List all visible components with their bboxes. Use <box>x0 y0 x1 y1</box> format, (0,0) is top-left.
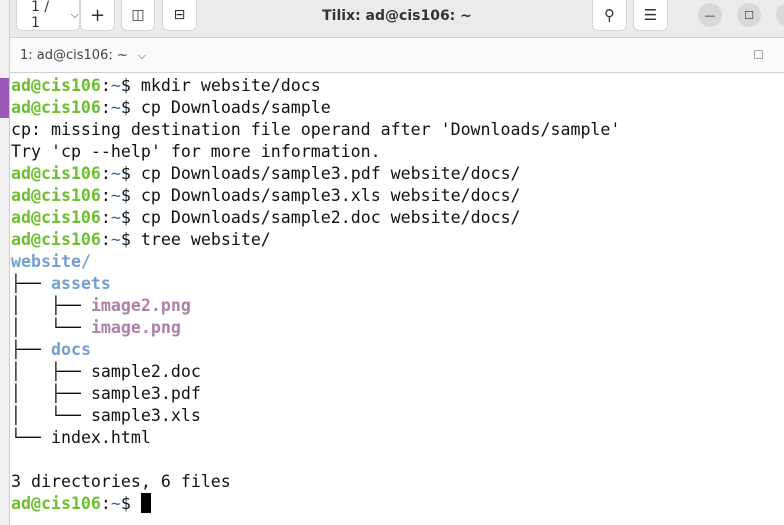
tree-branch: └── <box>11 428 51 447</box>
prompt-path: ~ <box>110 164 121 183</box>
terminal-line: └── index.html <box>11 427 784 449</box>
terminal-line: │ ├── sample2.doc <box>11 361 784 383</box>
title-bar: 1 / 1 ⌵ + ◫ ⊟ Tilix: ad@cis106: ~ ⚲ ☰ — ☐… <box>10 0 784 38</box>
tree-branch: │ ├── <box>11 362 91 381</box>
prompt-path: ~ <box>110 230 121 249</box>
tree-branch: │ ├── <box>11 384 91 403</box>
command-text: cp Downloads/sample3.pdf website/docs/ <box>140 164 521 183</box>
tree-branch: │ ├── <box>11 296 91 315</box>
search-button[interactable]: ⚲ <box>592 0 627 31</box>
prompt-symbol: $ <box>120 230 131 249</box>
terminal-line: ad@cis106:~$ tree website/ <box>11 230 271 249</box>
terminal-line: │ ├── image2.png <box>11 295 784 317</box>
command-text: cp Downloads/sample3.xls website/docs/ <box>140 186 521 205</box>
tree-branch: ├── <box>11 340 51 359</box>
close-button[interactable]: ✕ <box>776 3 784 27</box>
maximize-terminal-icon[interactable]: ☐ <box>753 48 764 62</box>
terminal-tab-bar: 1: ad@cis106: ~ ⌵ ☐ <box>10 39 784 73</box>
prompt-symbol: $ <box>120 98 131 117</box>
search-icon: ⚲ <box>604 6 615 24</box>
terminal-line: website/ <box>11 251 784 273</box>
prompt-symbol: $ <box>120 208 131 227</box>
terminal-line: cp: missing destination file operand aft… <box>11 119 784 141</box>
prompt-user-host: ad@cis106 <box>11 208 101 227</box>
terminal-line: ad@cis106:~$ cp Downloads/sample2.doc we… <box>11 208 521 227</box>
output-text: cp: missing destination file operand aft… <box>11 120 621 139</box>
dock-indicator <box>0 78 9 118</box>
terminal-line: ├── docs <box>11 339 784 361</box>
add-session-button[interactable]: + <box>80 0 115 31</box>
cursor <box>140 493 151 513</box>
terminal-title-menu[interactable]: 1: ad@cis106: ~ ⌵ <box>20 48 146 63</box>
terminal-line: 3 directories, 6 files <box>11 471 784 493</box>
plus-icon: + <box>89 4 106 26</box>
add-terminal-right-icon: ◫ <box>131 7 145 23</box>
background-window-edge <box>0 0 10 525</box>
tree-entry: image2.png <box>90 296 191 315</box>
minimize-icon: — <box>704 8 716 22</box>
prompt-user-host: ad@cis106 <box>11 76 101 95</box>
prompt-path: ~ <box>110 98 121 117</box>
tree-branch: │ └── <box>11 406 91 425</box>
terminal-output[interactable]: ad@cis106:~$ mkdir website/docs ad@cis106… <box>10 75 784 525</box>
terminal-line: │ └── sample3.xls <box>11 405 784 427</box>
output-text: 3 directories, 6 files <box>11 472 231 491</box>
command-text: cp Downloads/sample <box>140 98 331 117</box>
session-count: 1 / 1 <box>31 0 50 31</box>
menu-icon: ☰ <box>643 6 658 24</box>
prompt-symbol: $ <box>120 76 131 95</box>
maximize-icon: ☐ <box>744 8 754 22</box>
menu-button[interactable]: ☰ <box>633 0 668 31</box>
terminal-line: ad@cis106:~$ cp Downloads/sample3.pdf we… <box>11 164 521 183</box>
prompt-path: ~ <box>110 494 121 513</box>
prompt-symbol: $ <box>120 494 131 513</box>
tree-entry: website/ <box>11 252 91 271</box>
tree-entry: index.html <box>50 428 151 447</box>
session-selector[interactable]: 1 / 1 ⌵ <box>16 0 80 31</box>
command-text: cp Downloads/sample2.doc website/docs/ <box>140 208 521 227</box>
prompt-symbol: $ <box>120 164 131 183</box>
command-text: tree website/ <box>140 230 271 249</box>
tree-entry: sample3.xls <box>90 406 201 425</box>
terminal-line: ├── assets <box>11 273 784 295</box>
terminal-title: 1: ad@cis106: ~ <box>20 48 128 63</box>
prompt-user-host: ad@cis106 <box>11 230 101 249</box>
prompt-user-host: ad@cis106 <box>11 186 101 205</box>
terminal-line: ad@cis106:~$ cp Downloads/sample <box>11 98 331 117</box>
tree-branch: ├── <box>11 274 51 293</box>
output-text: Try 'cp --help' for more information. <box>11 142 381 161</box>
add-terminal-down-icon: ⊟ <box>173 7 186 23</box>
minimize-button[interactable]: — <box>698 3 722 27</box>
terminal-line: ad@cis106:~$ <box>11 493 784 515</box>
terminal-line: │ ├── sample3.pdf <box>11 383 784 405</box>
tree-entry: image.png <box>90 318 181 337</box>
prompt-user-host: ad@cis106 <box>11 164 101 183</box>
maximize-button[interactable]: ☐ <box>737 3 761 27</box>
terminal-line: Try 'cp --help' for more information. <box>11 141 784 163</box>
terminal-line: ad@cis106:~$ cp Downloads/sample3.xls we… <box>11 186 521 205</box>
add-terminal-down-button[interactable]: ⊟ <box>162 0 197 31</box>
tree-entry: assets <box>50 274 111 293</box>
command-text: mkdir website/docs <box>140 76 321 95</box>
tree-entry: sample3.pdf <box>90 384 201 403</box>
prompt-symbol: $ <box>120 186 131 205</box>
prompt-user-host: ad@cis106 <box>11 494 101 513</box>
add-terminal-right-button[interactable]: ◫ <box>121 0 155 31</box>
tree-entry: sample2.doc <box>90 362 201 381</box>
chevron-down-icon: ⌵ <box>137 49 147 62</box>
prompt-user-host: ad@cis106 <box>11 98 101 117</box>
prompt-path: ~ <box>110 76 121 95</box>
terminal-line: ad@cis106:~$ mkdir website/docs <box>11 76 321 95</box>
prompt-path: ~ <box>110 208 121 227</box>
terminal-line: │ └── image.png <box>11 317 784 339</box>
chevron-down-icon: ⌵ <box>70 8 79 21</box>
tree-branch: │ └── <box>11 318 91 337</box>
prompt-path: ~ <box>110 186 121 205</box>
tree-entry: docs <box>50 340 91 359</box>
